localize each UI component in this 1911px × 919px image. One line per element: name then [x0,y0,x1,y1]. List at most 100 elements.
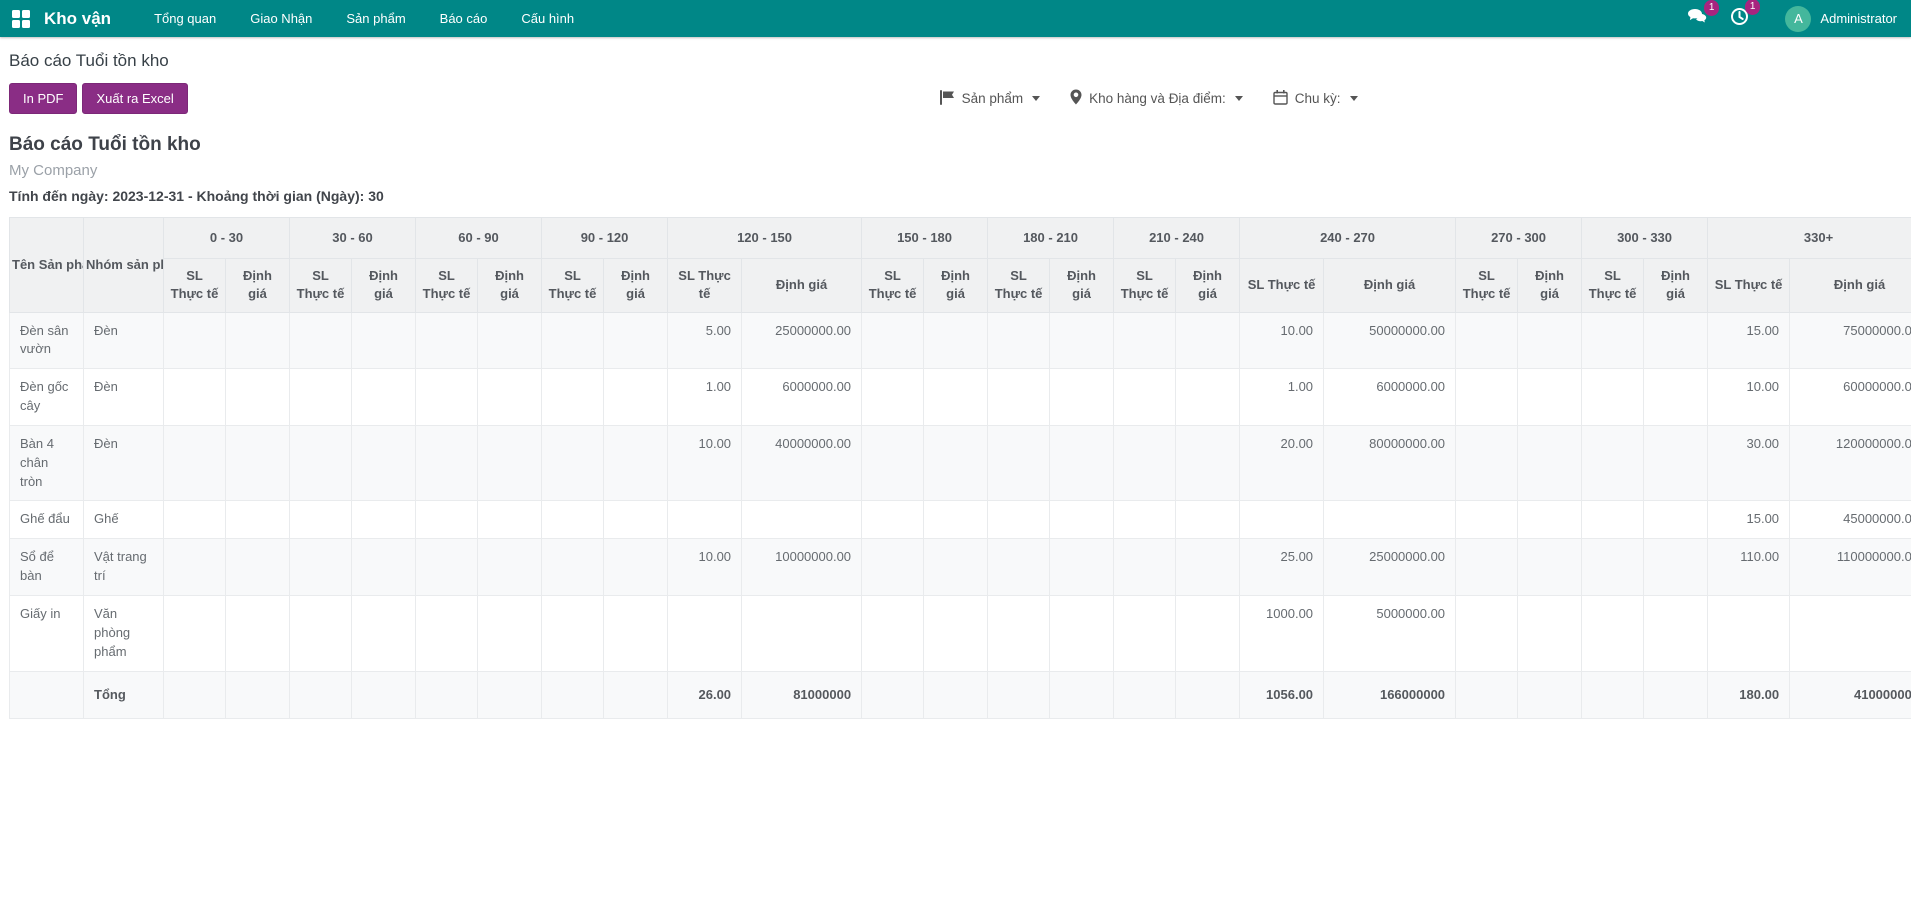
value-cell [352,539,416,596]
nav-item-giao-nhan[interactable]: Giao Nhận [233,0,329,37]
value-cell: 6000000.00 [1324,369,1456,426]
header-valuation-240-270: Định giá [1324,259,1456,312]
table-row: Sổ để bànVật trang trí10.0010000000.0025… [10,539,1911,596]
value-cell: 1000.00 [1240,596,1324,672]
nav-item-tong-quan[interactable]: Tổng quan [137,0,233,37]
product-group-cell: Đèn [84,312,164,369]
value-cell [290,596,352,672]
header-qty-90-120: SL Thực tế [542,259,604,312]
breadcrumb-page-title: Báo cáo Tuổi tồn kho [9,47,1895,83]
activities-badge: 1 [1745,0,1761,15]
total-value-cell [542,671,604,719]
header-qty-210-240: SL Thực tế [1114,259,1176,312]
value-cell [862,369,924,426]
value-cell [290,312,352,369]
value-cell: 15.00 [1708,501,1790,539]
header-group-column: Nhóm sản phẩm [84,218,164,313]
value-cell [1240,501,1324,539]
total-value-cell [1456,671,1518,719]
value-cell [1582,312,1644,369]
value-cell [1176,369,1240,426]
value-cell [1582,596,1644,672]
value-cell [1518,501,1582,539]
value-cell [924,596,988,672]
calendar-icon [1273,90,1288,108]
total-value-cell: 1056.00 [1240,671,1324,719]
nav-item-cau-hinh[interactable]: Cấu hình [504,0,591,37]
value-cell [1644,501,1708,539]
value-cell [988,425,1050,501]
value-cell [924,312,988,369]
value-cell [164,596,226,672]
value-cell: 1.00 [1240,369,1324,426]
total-value-cell [862,671,924,719]
value-cell [1050,501,1114,539]
value-cell [352,501,416,539]
value-cell: 60000000.00 [1790,369,1911,426]
activities-button[interactable]: 1 [1730,7,1749,31]
product-name-cell: Bàn 4 chân tròn [10,425,84,501]
value-cell [164,539,226,596]
nav-item-bao-cao[interactable]: Báo cáo [423,0,505,37]
value-cell [1644,425,1708,501]
value-cell [164,312,226,369]
product-name-cell: Đèn gốc cây [10,369,84,426]
total-value-cell [478,671,542,719]
export-excel-button[interactable]: Xuất ra Excel [82,83,187,114]
value-cell: 10000000.00 [742,539,862,596]
header-qty-150-180: SL Thực tế [862,259,924,312]
print-pdf-button[interactable]: In PDF [9,83,77,114]
product-name-cell: Đèn sân vườn [10,312,84,369]
value-cell [416,539,478,596]
app-name[interactable]: Kho vận [44,9,111,29]
filter-period-dropdown[interactable]: Chu kỳ: [1273,90,1358,108]
header-qty-270-300: SL Thực tế [1456,259,1518,312]
nav-item-san-pham[interactable]: Sản phẩm [329,0,422,37]
header-bucket-270-300: 270 - 300 [1456,218,1582,259]
value-cell [1050,312,1114,369]
header-qty-0-30: SL Thực tế [164,259,226,312]
total-value-cell [1176,671,1240,719]
value-cell [1050,425,1114,501]
header-bucket-210-240: 210 - 240 [1114,218,1240,259]
total-value-cell [352,671,416,719]
value-cell [1456,539,1518,596]
product-group-cell: Đèn [84,369,164,426]
header-qty-240-270: SL Thực tế [1240,259,1324,312]
filter-products-dropdown[interactable]: Sản phẩm [939,90,1041,108]
value-cell [1582,369,1644,426]
chevron-down-icon [1032,96,1040,101]
value-cell [862,312,924,369]
value-cell [668,501,742,539]
value-cell [988,312,1050,369]
value-cell [1050,369,1114,426]
value-cell [1644,596,1708,672]
filter-label: Kho hàng và Địa điểm: [1089,91,1226,106]
header-bucket-60-90: 60 - 90 [416,218,542,259]
total-empty-cell [10,671,84,719]
header-qty-300-330: SL Thực tế [1582,259,1644,312]
value-cell [1114,501,1176,539]
value-cell [290,425,352,501]
value-cell [1518,596,1582,672]
value-cell [226,596,290,672]
value-cell [542,312,604,369]
header-qty-180-210: SL Thực tế [988,259,1050,312]
header-bucket-30-60: 30 - 60 [290,218,416,259]
apps-menu-icon[interactable] [12,10,32,28]
messages-button[interactable]: 1 [1687,8,1708,30]
value-cell [604,369,668,426]
value-cell: 25000000.00 [1324,539,1456,596]
filter-warehouse-location-dropdown[interactable]: Kho hàng và Địa điểm: [1070,89,1243,108]
product-name-cell: Giấy in [10,596,84,672]
value-cell [226,312,290,369]
total-value-cell [1518,671,1582,719]
header-valuation-0-30: Định giá [226,259,290,312]
table-row: Ghế đẩuGhế15.0045000000.00 [10,501,1911,539]
top-navbar: Kho vận Tổng quan Giao Nhận Sản phẩm Báo… [0,0,1911,37]
value-cell [1176,425,1240,501]
value-cell: 5.00 [668,312,742,369]
value-cell [1582,539,1644,596]
user-menu[interactable]: A Administrator [1785,6,1897,32]
product-group-cell: Vật trang trí [84,539,164,596]
